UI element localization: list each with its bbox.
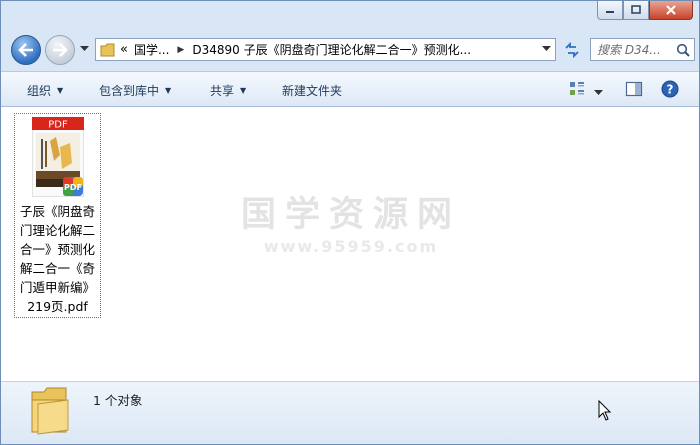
- include-in-library-label: 包含到库中: [99, 84, 160, 98]
- breadcrumb-current[interactable]: D34890 子辰《阴盘奇门理论化解二合一》预测化...: [192, 41, 471, 58]
- new-folder-label: 新建文件夹: [282, 84, 343, 98]
- arrow-left-icon: [18, 43, 33, 57]
- include-in-library-menu[interactable]: 包含到库中 ▼: [99, 82, 171, 99]
- close-icon: [666, 5, 676, 15]
- caption-buttons: [597, 1, 693, 23]
- mouse-cursor-icon: [598, 400, 612, 421]
- file-item-pdf[interactable]: PDF PDF 子辰《阴盘奇门理论化解二合一》预测化解二合一《奇门遁甲新编》21…: [14, 113, 101, 318]
- chevron-down-icon: ▼: [240, 86, 247, 95]
- breadcrumb-separator-icon[interactable]: ▶: [177, 45, 184, 55]
- address-dropdown-icon[interactable]: [542, 46, 551, 52]
- address-bar[interactable]: « 国学... ▶ D34890 子辰《阴盘奇门理论化解二合一》预测化...: [95, 38, 556, 61]
- organize-menu[interactable]: 组织 ▼: [27, 82, 63, 99]
- breadcrumb-overflow[interactable]: «: [120, 42, 128, 57]
- back-button[interactable]: [11, 35, 41, 65]
- organize-label: 组织: [27, 84, 52, 98]
- share-menu[interactable]: 共享 ▼: [210, 82, 246, 99]
- file-name-label[interactable]: 子辰《阴盘奇门理论化解二合一》预测化解二合一《奇门遁甲新编》219页.pdf: [15, 202, 100, 316]
- minimize-button[interactable]: [597, 1, 623, 20]
- breadcrumb-root[interactable]: 国学...: [134, 41, 169, 58]
- recent-pages-icon[interactable]: [80, 46, 89, 52]
- chevron-down-icon: [594, 90, 603, 95]
- breadcrumb: « 国学... ▶ D34890 子辰《阴盘奇门理论化解二合一》预测化...: [120, 41, 471, 58]
- watermark: 国学资源网 www.95959.com: [241, 195, 461, 256]
- maximize-icon: [631, 5, 641, 14]
- new-folder-button[interactable]: 新建文件夹: [282, 82, 342, 99]
- details-pane: 1 个对象: [1, 381, 699, 444]
- file-list-area[interactable]: PDF PDF 子辰《阴盘奇门理论化解二合一》预测化解二合一《奇门遁甲新编》21…: [1, 107, 699, 381]
- search-box[interactable]: [590, 38, 695, 61]
- chevron-down-icon: ▼: [57, 86, 64, 95]
- command-bar: 组织 ▼ 包含到库中 ▼ 共享 ▼ 新建文件夹 ?: [1, 71, 699, 107]
- explorer-window: « 国学... ▶ D34890 子辰《阴盘奇门理论化解二合一》预测化... 搜…: [0, 0, 700, 445]
- help-button[interactable]: ?: [661, 80, 679, 101]
- chevron-down-icon: ▼: [165, 86, 172, 95]
- svg-text:?: ?: [667, 83, 674, 97]
- preview-pane-icon: [625, 81, 643, 97]
- preview-pane-button[interactable]: [625, 80, 643, 101]
- search-input[interactable]: [591, 41, 677, 58]
- svg-text:PDF: PDF: [64, 183, 82, 192]
- search-icon[interactable]: [676, 43, 690, 57]
- pdf-badge-label: PDF: [48, 120, 68, 131]
- navigation-row: « 国学... ▶ D34890 子辰《阴盘奇门理论化解二合一》预测化...: [9, 35, 695, 65]
- minimize-icon: [606, 11, 614, 13]
- close-button[interactable]: [649, 1, 693, 20]
- watermark-url: www.95959.com: [263, 237, 439, 256]
- arrow-right-icon: [53, 43, 68, 57]
- forward-button[interactable]: [45, 35, 75, 65]
- refresh-button[interactable]: [560, 38, 584, 61]
- share-label: 共享: [210, 84, 235, 98]
- pdf-thumbnail-icon: PDF PDF: [32, 117, 84, 197]
- refresh-icon: [565, 41, 579, 58]
- view-dropdown[interactable]: [594, 85, 603, 99]
- folder-icon: [100, 43, 115, 56]
- maximize-button[interactable]: [623, 1, 649, 20]
- item-count: 1 个对象: [93, 393, 143, 408]
- watermark-title: 国学资源网: [241, 195, 462, 235]
- folder-icon: [31, 387, 69, 435]
- help-icon: ?: [661, 80, 679, 98]
- view-options-icon: [570, 82, 584, 95]
- change-view-button[interactable]: [568, 80, 586, 101]
